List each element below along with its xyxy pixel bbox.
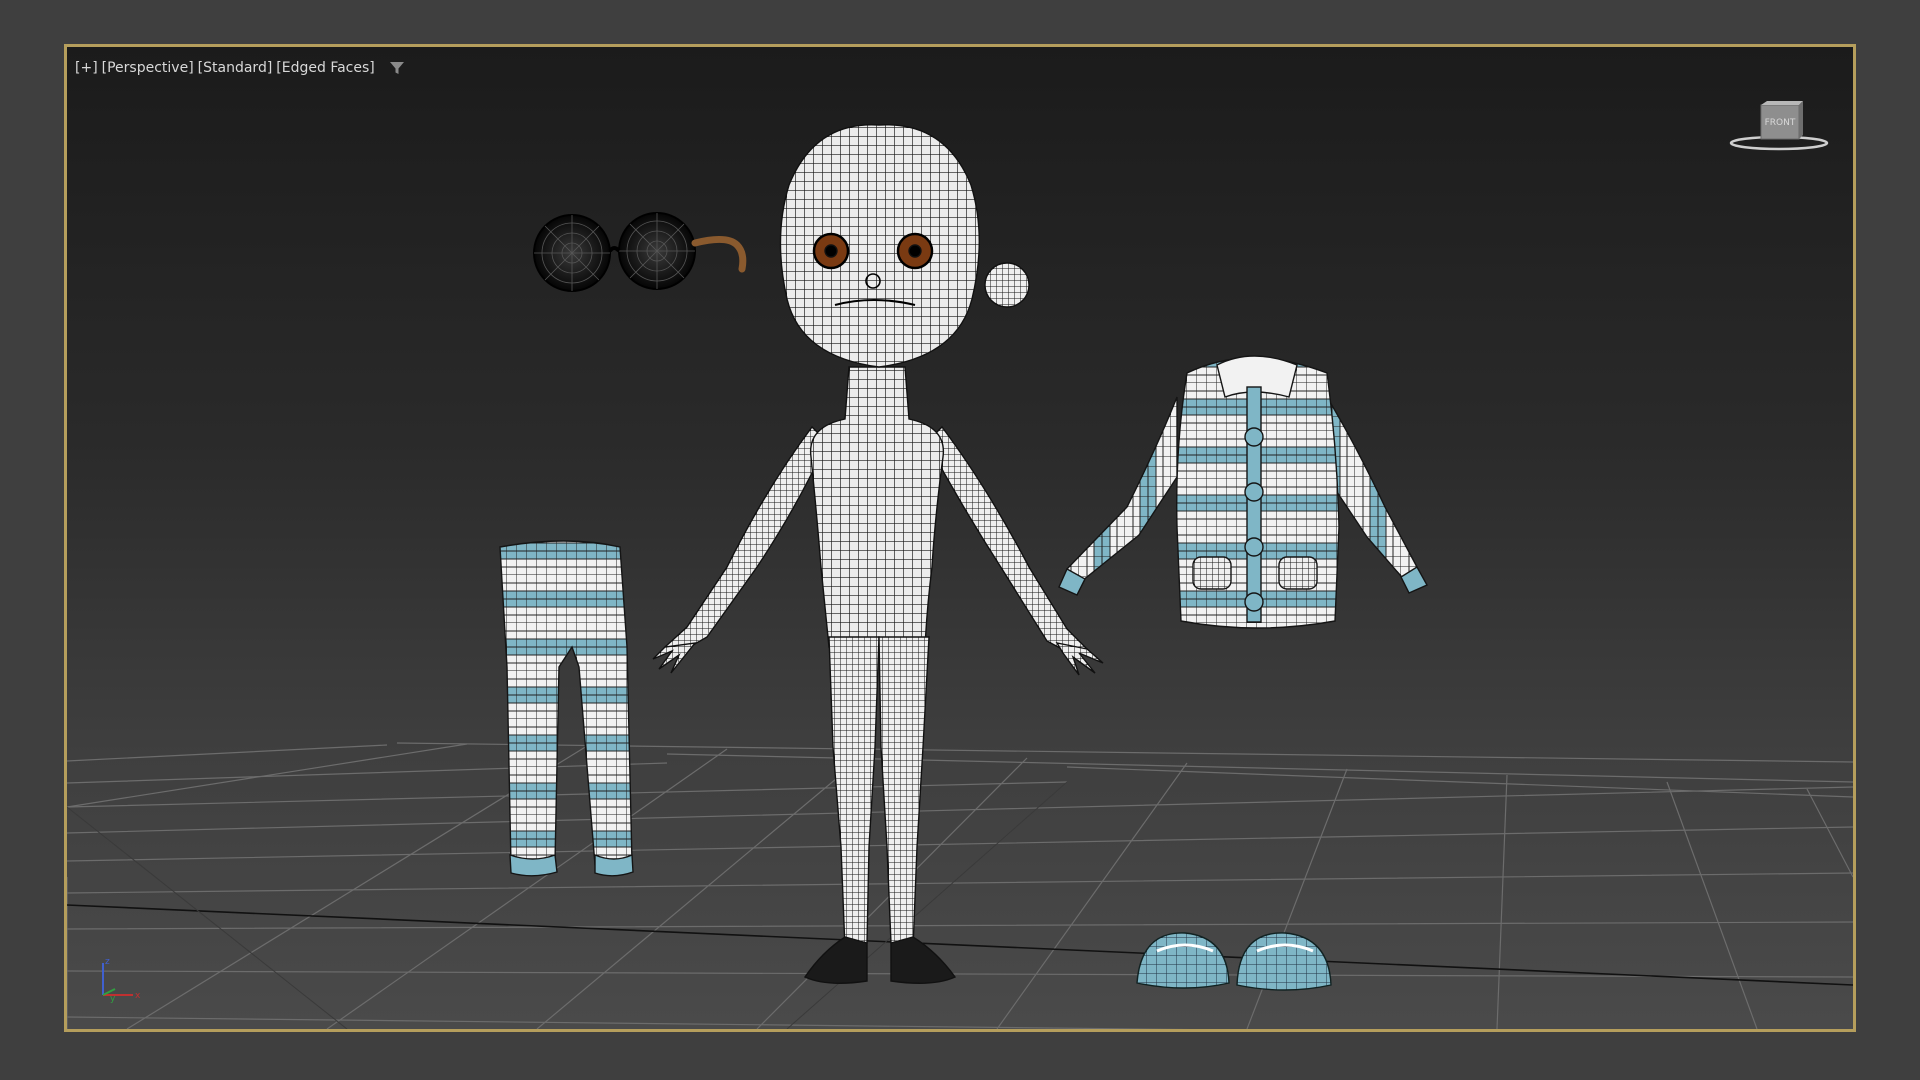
viewport-label-menu: [+] [Perspective] [Standard] [Edged Face… — [75, 57, 405, 79]
axis-y-label: y — [110, 994, 116, 1004]
viewcube-front-label: FRONT — [1765, 118, 1796, 128]
viewport-plus-menu[interactable]: [+] — [75, 60, 98, 76]
pants-mesh — [499, 540, 634, 877]
shoes-mesh — [1136, 932, 1332, 991]
perspective-viewport[interactable]: [+] [Perspective] [Standard] [Edged Face… — [64, 44, 1856, 1032]
character-head-mesh — [779, 124, 1030, 368]
filter-funnel-icon[interactable] — [389, 60, 405, 76]
axis-z-label: z — [105, 957, 110, 967]
viewport-view-menu[interactable]: [Perspective] — [102, 60, 194, 76]
ground-grid-main-line — [67, 904, 1853, 986]
viewport-shading-menu[interactable]: [Standard] — [198, 60, 273, 76]
character-body-mesh — [652, 366, 1104, 984]
jacket-mesh — [1058, 355, 1428, 629]
ground-grid — [67, 742, 1853, 1029]
scene-canvas[interactable] — [67, 47, 1853, 1029]
axis-tripod-icon: z y x — [102, 957, 141, 1004]
viewport-display-menu[interactable]: [Edged Faces] — [276, 60, 374, 76]
sunglasses-mesh — [533, 212, 747, 292]
axis-x-label: x — [135, 991, 141, 1001]
viewcube-icon[interactable]: FRONT — [1727, 99, 1831, 155]
